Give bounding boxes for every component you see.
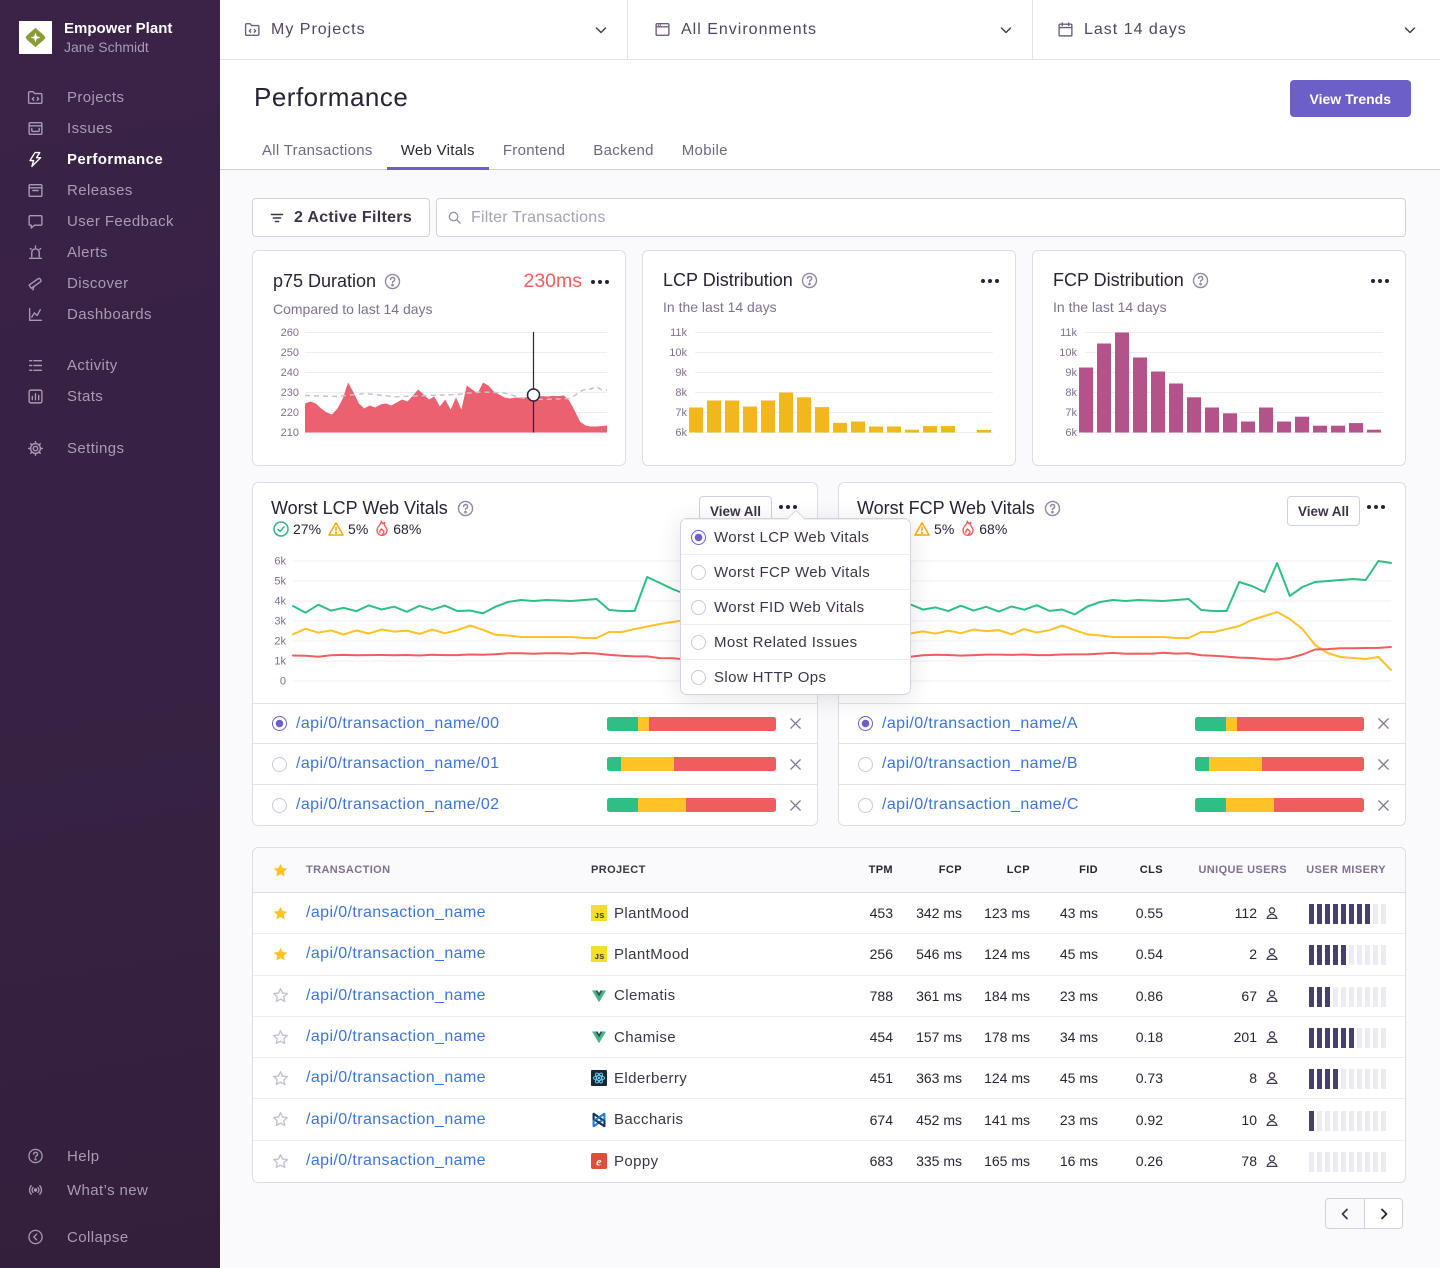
svg-text:11k: 11k bbox=[670, 327, 687, 339]
svg-text:10k: 10k bbox=[669, 347, 687, 359]
svg-text:9k: 9k bbox=[675, 367, 687, 379]
svg-text:1k: 1k bbox=[274, 656, 286, 668]
svg-text:250: 250 bbox=[281, 347, 299, 359]
svg-text:5k: 5k bbox=[274, 576, 286, 588]
svg-text:8k: 8k bbox=[675, 387, 687, 399]
svg-text:10k: 10k bbox=[1059, 347, 1077, 359]
svg-text:JS: JS bbox=[595, 953, 605, 962]
svg-text:220: 220 bbox=[281, 407, 299, 419]
svg-text:0: 0 bbox=[280, 676, 286, 688]
svg-text:7k: 7k bbox=[675, 407, 687, 419]
svg-text:11k: 11k bbox=[1060, 327, 1077, 339]
svg-text:e: e bbox=[596, 1155, 602, 1169]
svg-text:230: 230 bbox=[281, 387, 299, 399]
svg-text:3k: 3k bbox=[274, 616, 286, 628]
svg-text:4k: 4k bbox=[274, 596, 286, 608]
svg-text:260: 260 bbox=[281, 327, 299, 339]
svg-text:210: 210 bbox=[281, 427, 299, 439]
svg-text:7k: 7k bbox=[1065, 407, 1077, 419]
svg-text:6k: 6k bbox=[274, 556, 286, 568]
svg-text:8k: 8k bbox=[1065, 387, 1077, 399]
svg-text:JS: JS bbox=[595, 911, 605, 920]
svg-text:2k: 2k bbox=[274, 636, 286, 648]
svg-text:240: 240 bbox=[281, 367, 299, 379]
svg-text:6k: 6k bbox=[675, 427, 687, 439]
svg-text:9k: 9k bbox=[1065, 367, 1077, 379]
svg-text:6k: 6k bbox=[1065, 427, 1077, 439]
